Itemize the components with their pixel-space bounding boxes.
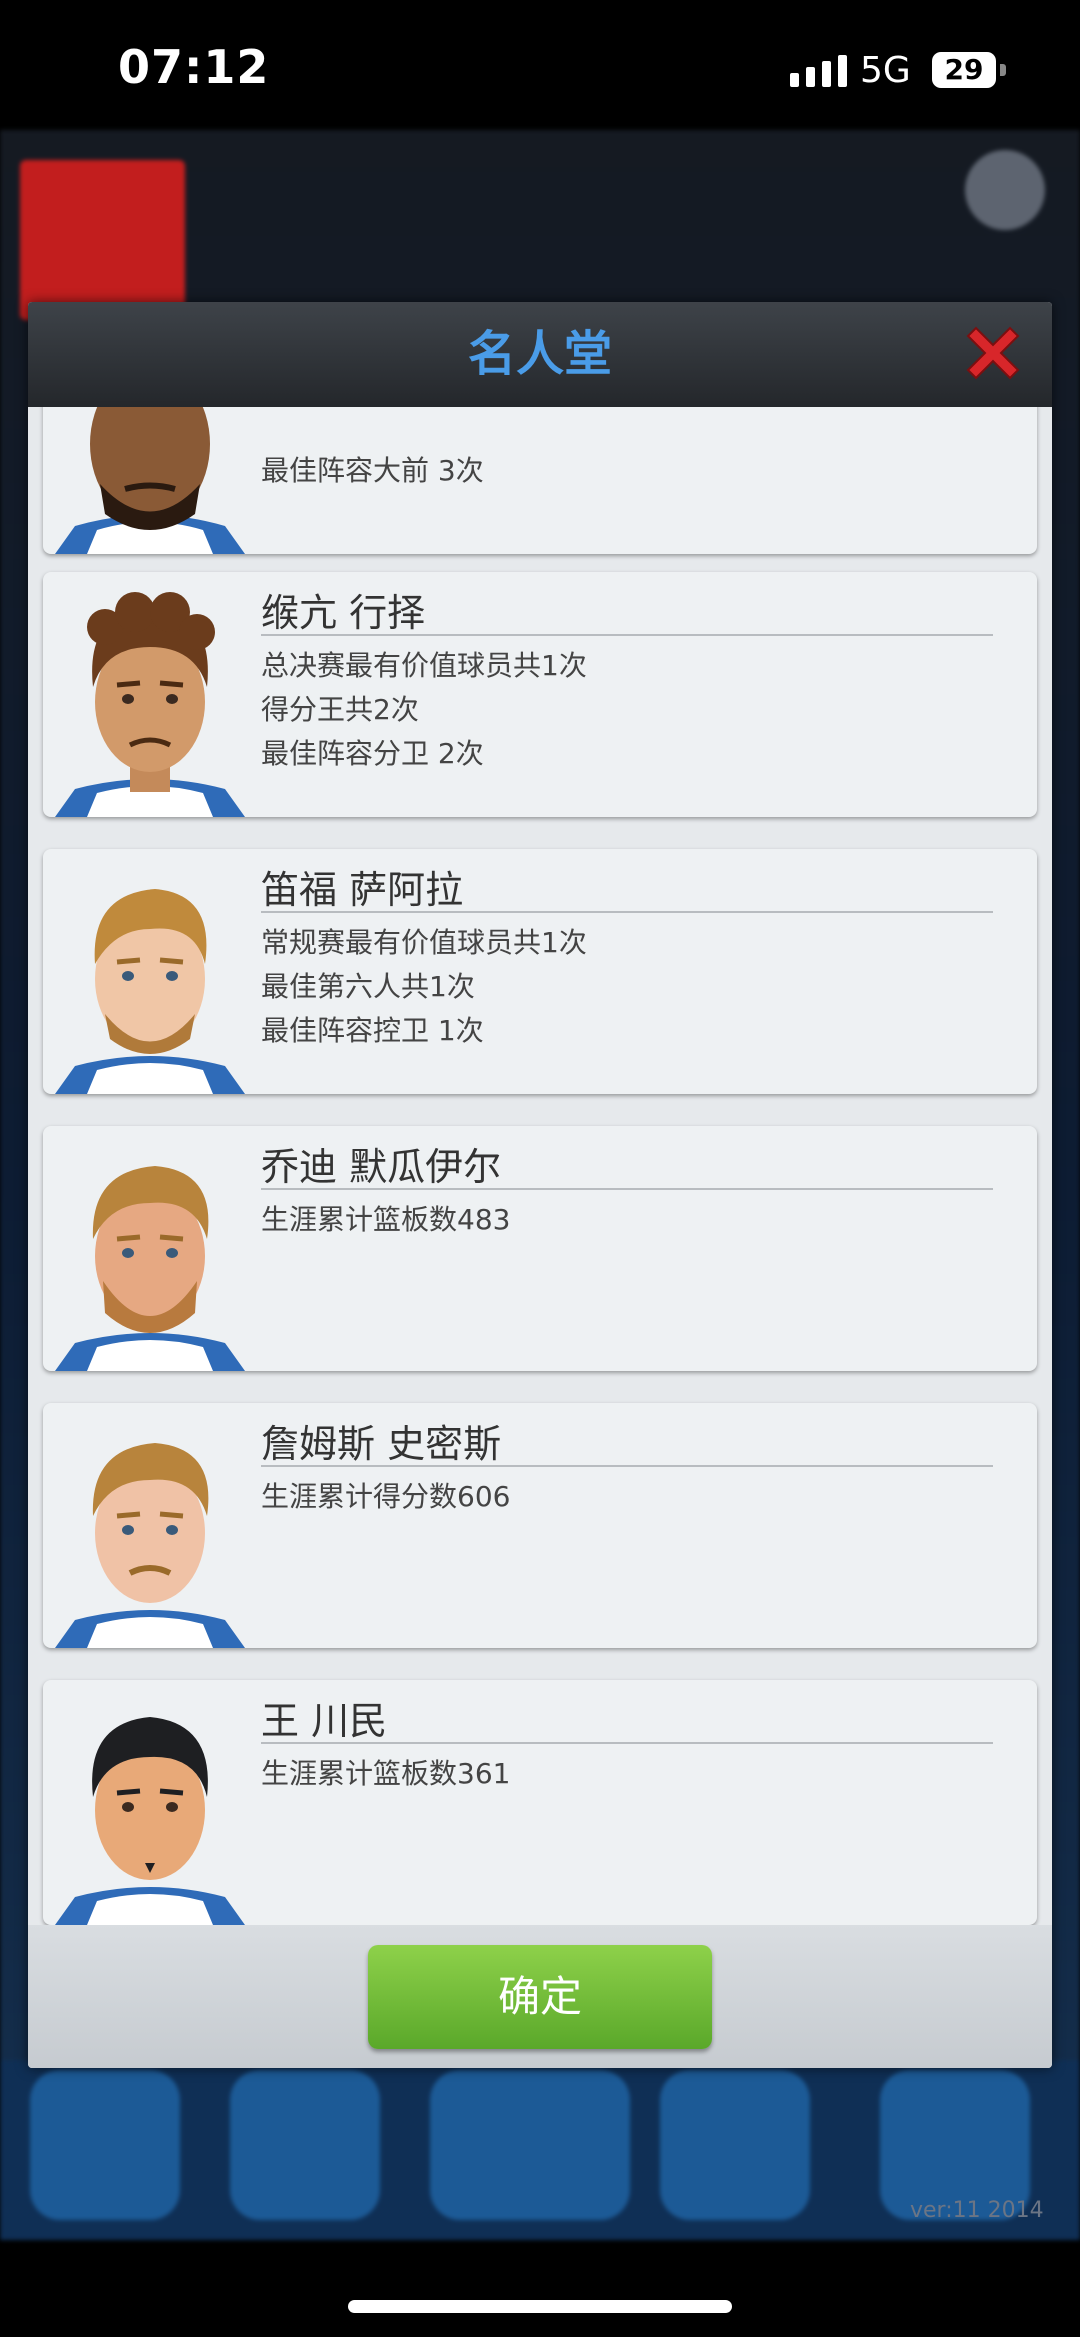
player-name: 乔迪 默瓜伊尔 — [261, 1145, 502, 1189]
nav-star-icon — [30, 2070, 180, 2220]
nav-money-icon — [230, 2070, 380, 2220]
player-card[interactable]: 王 川民 生涯累计篮板数361 — [43, 1680, 1037, 1925]
stat-line: 最佳第六人共1次 — [261, 970, 475, 1003]
name-divider — [261, 1465, 993, 1467]
player-portrait — [55, 592, 245, 817]
home-indicator[interactable] — [348, 2300, 732, 2313]
player-card[interactable]: 最佳阵容大前 3次 — [43, 407, 1037, 554]
player-list[interactable]: 最佳阵容大前 3次 缑亢 行择 总决赛最有价值球员共1次 得分王共2次 最佳阵容… — [28, 407, 1052, 1925]
stat-line: 最佳阵容大前 3次 — [261, 454, 484, 487]
player-stats: 生涯累计得分数606 — [261, 1475, 510, 1519]
name-divider — [261, 1188, 993, 1190]
stat-line: 最佳阵容分卫 2次 — [261, 737, 484, 770]
gear-icon — [965, 150, 1045, 230]
dialog-footer: 确定 — [28, 1925, 1052, 2068]
stat-line: 生涯累计篮板数361 — [261, 1757, 511, 1790]
stat-line: 生涯累计得分数606 — [261, 1480, 511, 1513]
confirm-button[interactable]: 确定 — [368, 1945, 712, 2049]
player-card[interactable]: 詹姆斯 史密斯 生涯累计得分数606 — [43, 1403, 1037, 1648]
player-stats: 生涯累计篮板数483 — [261, 1198, 510, 1242]
version-label: ver:11 2014 — [910, 2198, 1044, 2223]
status-bar: 07:12 5G 29 — [0, 0, 1080, 130]
player-name: 詹姆斯 史密斯 — [261, 1422, 502, 1466]
player-portrait — [55, 889, 245, 1094]
nav-court-icon — [430, 2070, 630, 2220]
close-icon[interactable] — [960, 320, 1026, 386]
name-divider — [261, 1742, 993, 1744]
battery-icon: 29 — [932, 52, 996, 88]
player-portrait — [55, 1717, 245, 1925]
stat-line: 最佳阵容控卫 1次 — [261, 1014, 484, 1047]
signal-icon — [790, 55, 847, 87]
stat-line: 常规赛最有价值球员共1次 — [261, 926, 587, 959]
player-name: 缑亢 行择 — [261, 591, 426, 635]
player-portrait — [55, 1166, 245, 1371]
player-name: 王 川民 — [261, 1699, 388, 1743]
nav-chat-icon — [660, 2070, 810, 2220]
player-card[interactable]: 笛福 萨阿拉 常规赛最有价值球员共1次 最佳第六人共1次 最佳阵容控卫 1次 — [43, 849, 1037, 1094]
name-divider — [261, 634, 993, 636]
stat-line: 得分王共2次 — [261, 693, 419, 726]
player-stats: 总决赛最有价值球员共1次 得分王共2次 最佳阵容分卫 2次 — [261, 644, 587, 776]
player-card[interactable]: 缑亢 行择 总决赛最有价值球员共1次 得分王共2次 最佳阵容分卫 2次 — [43, 572, 1037, 817]
team-logo — [20, 160, 185, 320]
player-stats: 常规赛最有价值球员共1次 最佳第六人共1次 最佳阵容控卫 1次 — [261, 921, 587, 1053]
player-card[interactable]: 乔迪 默瓜伊尔 生涯累计篮板数483 — [43, 1126, 1037, 1371]
status-time: 07:12 — [118, 40, 270, 94]
player-portrait — [55, 1443, 245, 1648]
dialog-header: 名人堂 — [28, 302, 1052, 407]
dialog-title: 名人堂 — [467, 326, 612, 382]
stat-line: 生涯累计篮板数483 — [261, 1203, 511, 1236]
player-name: 笛福 萨阿拉 — [261, 868, 464, 912]
battery-tip — [1000, 64, 1006, 76]
player-stats: 生涯累计篮板数361 — [261, 1752, 510, 1796]
stat-line: 总决赛最有价值球员共1次 — [261, 649, 587, 682]
player-portrait — [55, 407, 245, 554]
player-stats: 最佳阵容大前 3次 — [261, 449, 484, 493]
name-divider — [261, 911, 993, 913]
network-type: 5G — [860, 50, 911, 91]
hall-of-fame-dialog: 名人堂 最佳阵容大前 3次 缑亢 行择 总决赛最有价值球员共1次 得分王共2次 … — [28, 302, 1052, 2068]
